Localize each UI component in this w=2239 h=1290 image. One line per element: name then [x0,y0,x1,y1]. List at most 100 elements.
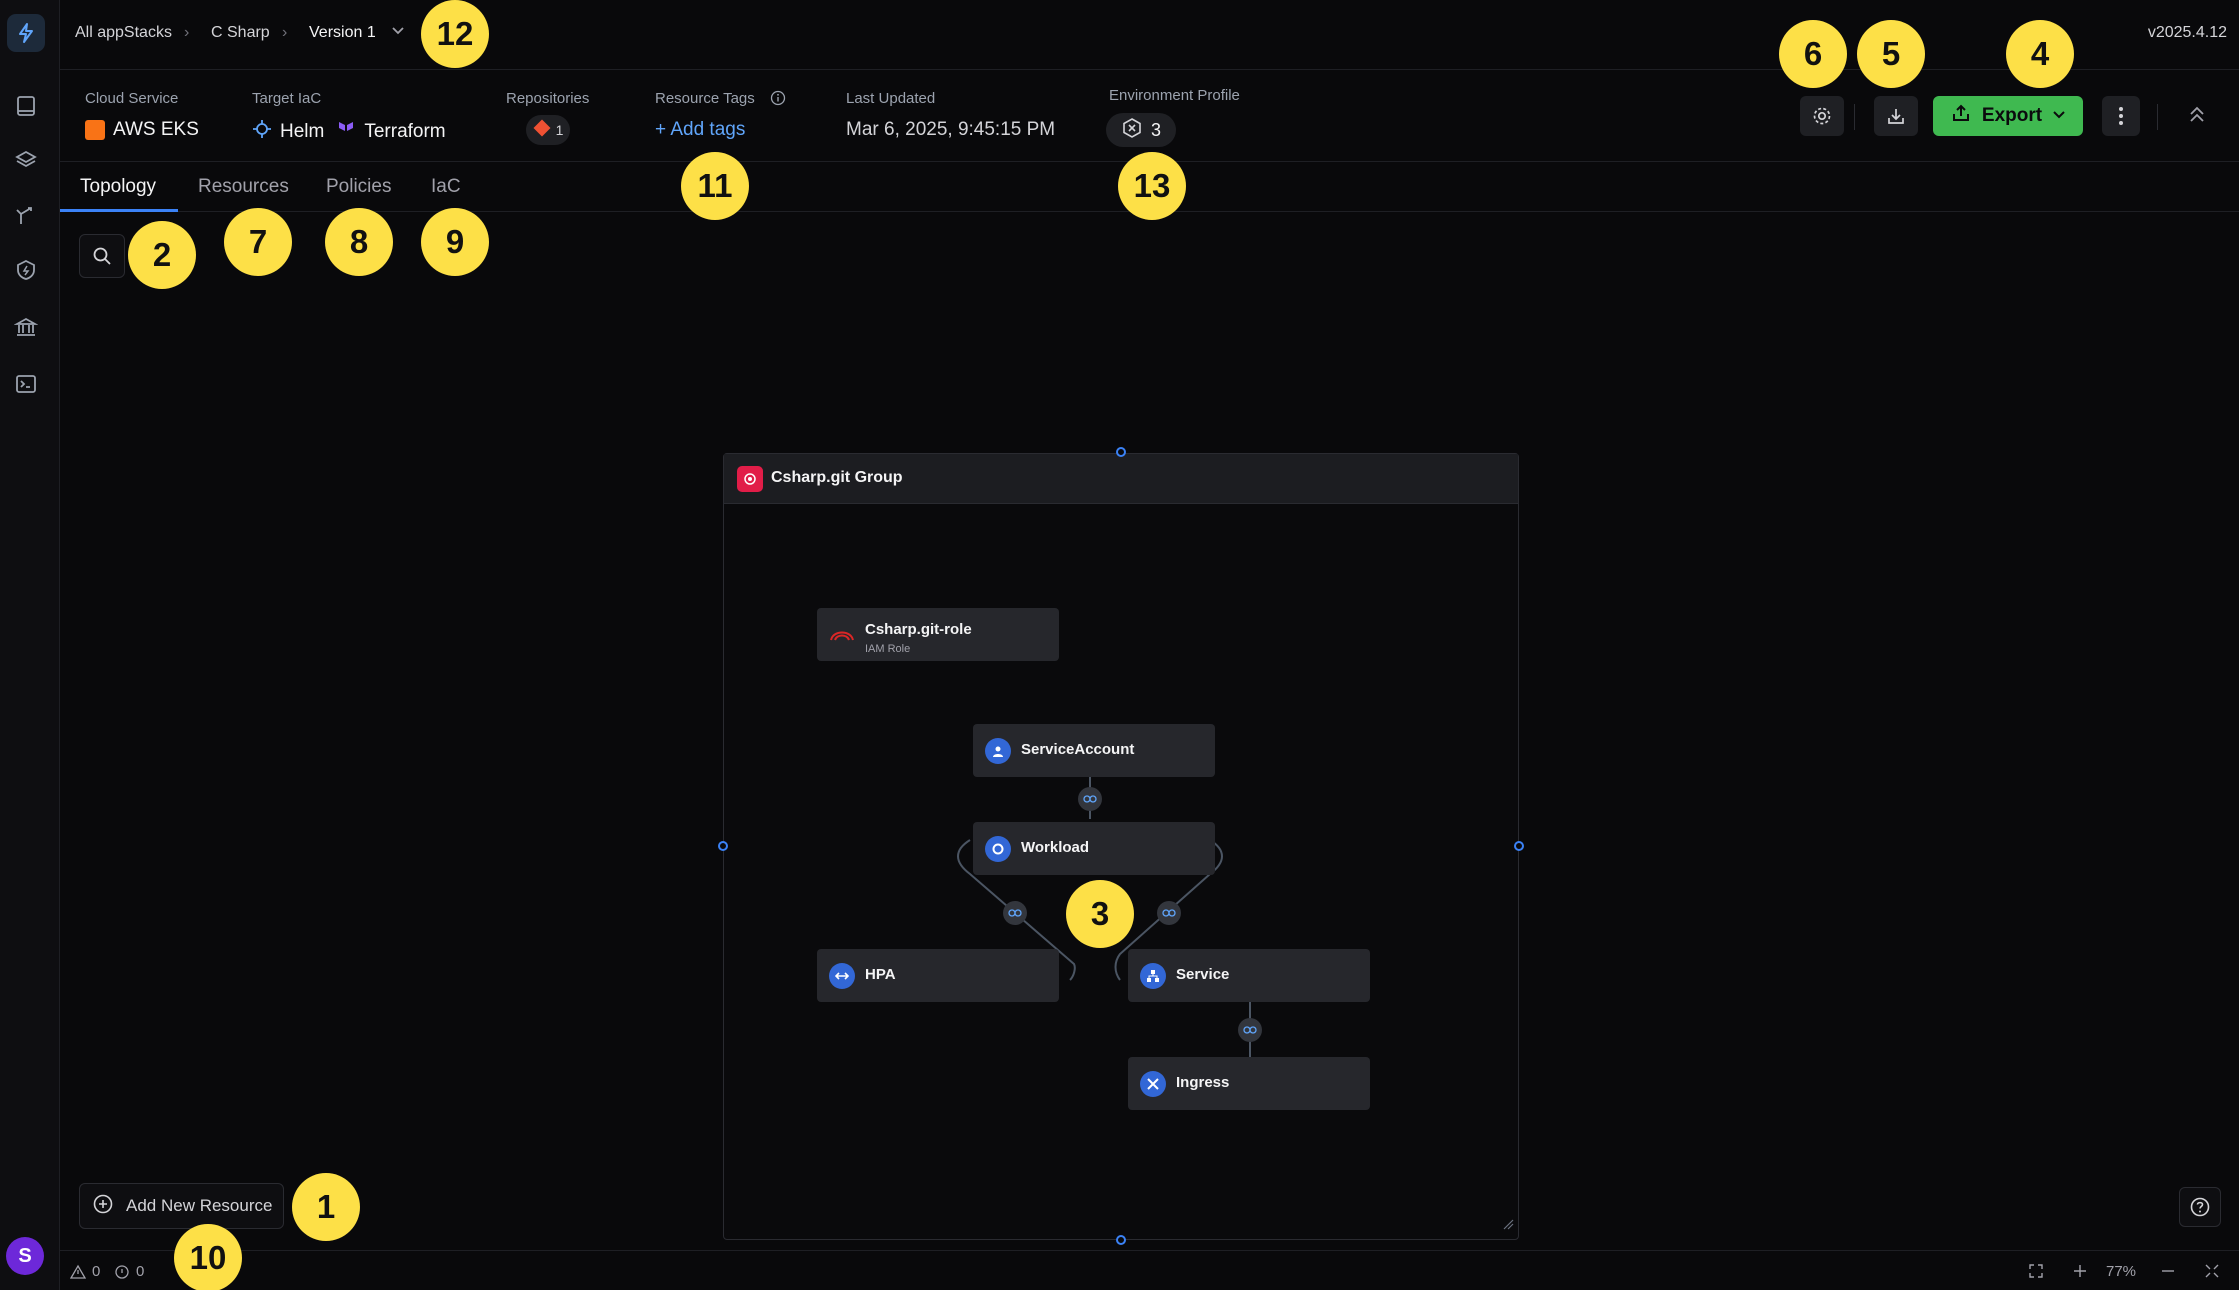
node-ingress[interactable]: Ingress [1128,1057,1370,1110]
error-icon [115,1264,129,1279]
fullscreen-icon[interactable] [2204,1263,2220,1284]
collapse-header-icon[interactable] [2188,104,2206,131]
shield-icon[interactable] [12,256,40,284]
target-iac-value: Helm Terraform [252,119,446,145]
node-hpa[interactable]: HPA [817,949,1059,1002]
version-selector[interactable]: Version 1 [309,24,376,42]
environment-profile-badge[interactable]: 3 [1106,113,1176,147]
link-icon[interactable] [1003,901,1027,925]
help-icon [2190,1197,2210,1217]
warnings-indicator[interactable]: 0 [70,1263,100,1280]
bank-icon[interactable] [12,313,40,341]
terraform-text: Terraform [364,121,446,142]
environment-profile-label: Environment Profile [1109,87,1240,104]
download-icon [1888,109,1904,124]
app-logo-icon[interactable] [7,14,45,52]
node-label: Workload [1021,839,1090,856]
marker-10: 10 [174,1224,242,1290]
add-new-resource-label: Add New Resource [126,1196,273,1215]
breadcrumb-c-sharp[interactable]: C Sharp [211,24,270,42]
marker-11: 11 [681,152,749,220]
node-workload[interactable]: Workload [973,822,1215,875]
node-serviceaccount[interactable]: ServiceAccount [973,724,1215,777]
cloud-service-value: AWS EKS [85,119,199,141]
node-iam-role[interactable]: Csharp.git-role IAM Role [817,608,1059,661]
git-icon [533,119,551,142]
branch-icon[interactable] [12,202,40,230]
node-service[interactable]: Service [1128,949,1370,1002]
marker-3: 3 [1066,880,1134,948]
active-tab-indicator [60,209,178,212]
more-options-button[interactable] [2102,96,2140,136]
app-version: v2025.4.12 [2147,24,2227,41]
node-label: Ingress [1176,1074,1230,1091]
more-vertical-icon [2119,107,2123,125]
marker-1: 1 [292,1173,360,1241]
group-handle-right[interactable] [1514,841,1524,851]
node-label: Service [1176,966,1230,983]
errors-count: 0 [136,1263,145,1280]
plus-circle-icon [92,1193,114,1220]
warnings-count: 0 [92,1263,101,1280]
group-handle-top[interactable] [1116,447,1126,457]
link-icon[interactable] [1238,1018,1262,1042]
tab-iac[interactable]: IaC [431,176,461,198]
chevron-down-icon [2052,105,2066,127]
marker-6: 6 [1779,20,1847,88]
terraform-icon [336,119,356,145]
errors-indicator[interactable]: 0 [114,1263,144,1280]
search-button[interactable] [79,234,125,278]
repositories-label: Repositories [506,90,590,107]
group-handle-left[interactable] [718,841,728,851]
link-icon[interactable] [1157,901,1181,925]
target-iac-label: Target IaC [252,90,322,107]
layers-icon[interactable] [12,146,40,174]
chevron-down-icon[interactable] [390,22,406,43]
node-label: ServiceAccount [1021,741,1135,758]
settings-button[interactable] [1800,96,1844,136]
tab-policies[interactable]: Policies [326,176,391,198]
ingress-icon [1140,1071,1166,1097]
zoom-in-icon[interactable] [2072,1263,2088,1284]
toolbar-divider [2157,104,2158,130]
help-button[interactable] [2179,1187,2221,1227]
group-handle-bottom[interactable] [1116,1235,1126,1245]
aws-icon [85,120,105,140]
tab-resources[interactable]: Resources [198,176,289,198]
fit-view-icon[interactable] [2028,1263,2044,1284]
marker-2: 2 [128,221,196,289]
last-updated-label: Last Updated [846,90,936,107]
environment-profile-count: 3 [1150,119,1161,140]
node-label: Csharp.git-role [865,621,972,638]
environment-icon [1121,117,1143,144]
resource-tags-label: Resource Tags [655,90,755,107]
link-icon[interactable] [1078,787,1102,811]
book-icon[interactable] [12,92,40,120]
warning-icon [70,1264,86,1279]
export-button[interactable]: Export [1933,96,2083,136]
zoom-out-icon[interactable] [2160,1263,2176,1284]
user-avatar[interactable]: S [6,1237,44,1275]
service-account-icon [985,738,1011,764]
terminal-icon[interactable] [12,370,40,398]
tab-topology[interactable]: Topology [80,176,156,198]
iam-role-icon [829,624,855,649]
add-tags-link[interactable]: + Add tags [655,119,745,141]
resource-group[interactable]: Csharp.git Group Csharp.git-role IAM Rol… [723,453,1519,1240]
chevron-right-icon: › [184,24,190,41]
marker-13: 13 [1118,152,1186,220]
chevron-right-icon: › [282,24,288,41]
import-button[interactable] [1874,96,1918,136]
repositories-badge[interactable]: 1 [526,115,570,145]
info-icon[interactable] [770,90,786,111]
appstack-header: Cloud Service AWS EKS Target IaC Helm Te… [60,70,2239,162]
marker-7: 7 [224,208,292,276]
breadcrumb-all-appstacks[interactable]: All appStacks [75,24,172,42]
resize-handle-icon[interactable] [1502,1217,1514,1235]
upload-icon [1950,102,1972,130]
search-icon [93,247,111,265]
zoom-level: 77% [2106,1263,2137,1280]
cloud-service-text: AWS EKS [113,119,199,140]
cloud-service-label: Cloud Service [85,90,179,107]
add-new-resource-button[interactable]: Add New Resource [79,1183,284,1229]
